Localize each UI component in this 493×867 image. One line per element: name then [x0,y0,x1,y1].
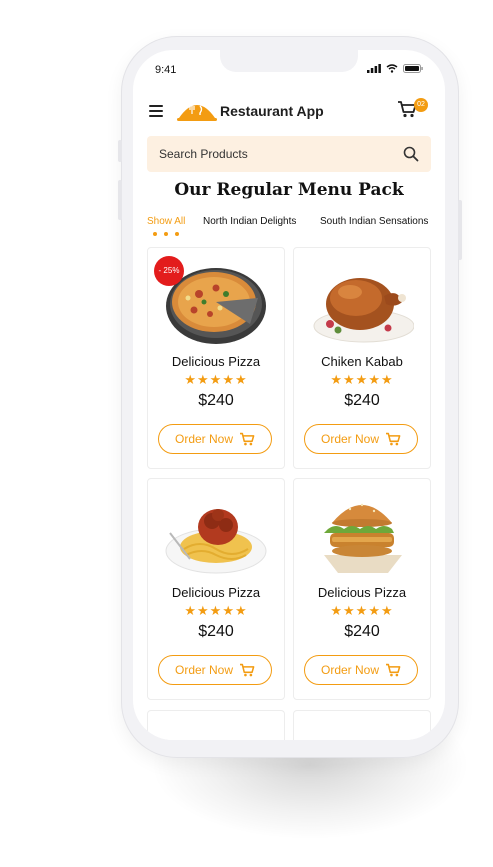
product-card[interactable] [147,710,285,740]
signal-icon [367,64,381,73]
app-screen: 9:41 Restaurant App 02 Search Products O… [133,50,445,740]
star-rating: ★★★★★ [184,603,248,618]
section-title: Our Regular Menu Pack [174,180,404,200]
cart-icon [386,432,401,446]
order-now-button[interactable]: Order Now [304,424,418,454]
order-now-button[interactable]: Order Now [158,655,272,685]
tab-north-indian[interactable]: North Indian Delights [203,216,296,227]
wifi-icon [386,64,398,73]
status-time: 9:41 [155,64,177,76]
product-price: $240 [344,623,380,640]
product-price: $240 [198,392,234,409]
search-bar[interactable]: Search Products [147,136,431,172]
star-rating: ★★★★★ [330,372,394,387]
tab-south-indian[interactable]: South Indian Sensations [320,216,428,227]
product-name: Delicious Pizza [171,585,261,600]
app-title: Restaurant App [220,103,324,119]
phone-notch [220,50,358,72]
order-now-label: Order Now [174,663,233,677]
product-name: Delicious Pizza [171,354,261,369]
product-card[interactable]: Chiken Kabab ★★★★★ $240 Order Now [293,247,431,469]
cart-icon [240,432,255,446]
phone-side-button [118,180,122,220]
cart-icon [386,663,401,677]
order-now-label: Order Now [320,432,379,446]
restaurant-logo-icon [177,105,217,121]
product-card[interactable] [293,710,431,740]
battery-icon [403,64,423,73]
phone-side-button [118,140,122,162]
tab-show-all[interactable]: Show All [147,216,185,227]
burger-image [324,503,402,573]
phone-side-button [458,200,462,260]
spaghetti-image [165,509,267,574]
discount-badge: - 25% [154,256,184,286]
product-card[interactable]: Delicious Pizza ★★★★★ $240 Order Now [147,478,285,700]
search-input[interactable]: Search Products [159,147,248,161]
menu-icon[interactable] [149,105,163,117]
order-now-button[interactable]: Order Now [304,655,418,685]
product-card[interactable]: Delicious Pizza ★★★★★ $240 Order Now [293,478,431,700]
order-now-label: Order Now [320,663,379,677]
product-price: $240 [198,623,234,640]
star-rating: ★★★★★ [184,372,248,387]
active-tab-indicator [153,232,179,236]
search-icon[interactable] [403,146,419,162]
product-card[interactable]: - 25% Delicious Pizza ★★★★★ $240 Order N… [147,247,285,469]
order-now-label: Order Now [174,432,233,446]
roast-chicken-image [313,278,414,343]
status-icons [367,64,423,73]
product-name: Chiken Kabab [321,354,403,369]
star-rating: ★★★★★ [330,603,394,618]
cart-icon [240,663,255,677]
product-name: Delicious Pizza [317,585,407,600]
product-price: $240 [344,392,380,409]
cart-count-badge: 02 [414,98,428,112]
order-now-button[interactable]: Order Now [158,424,272,454]
app-header: Restaurant App 02 [147,98,431,126]
